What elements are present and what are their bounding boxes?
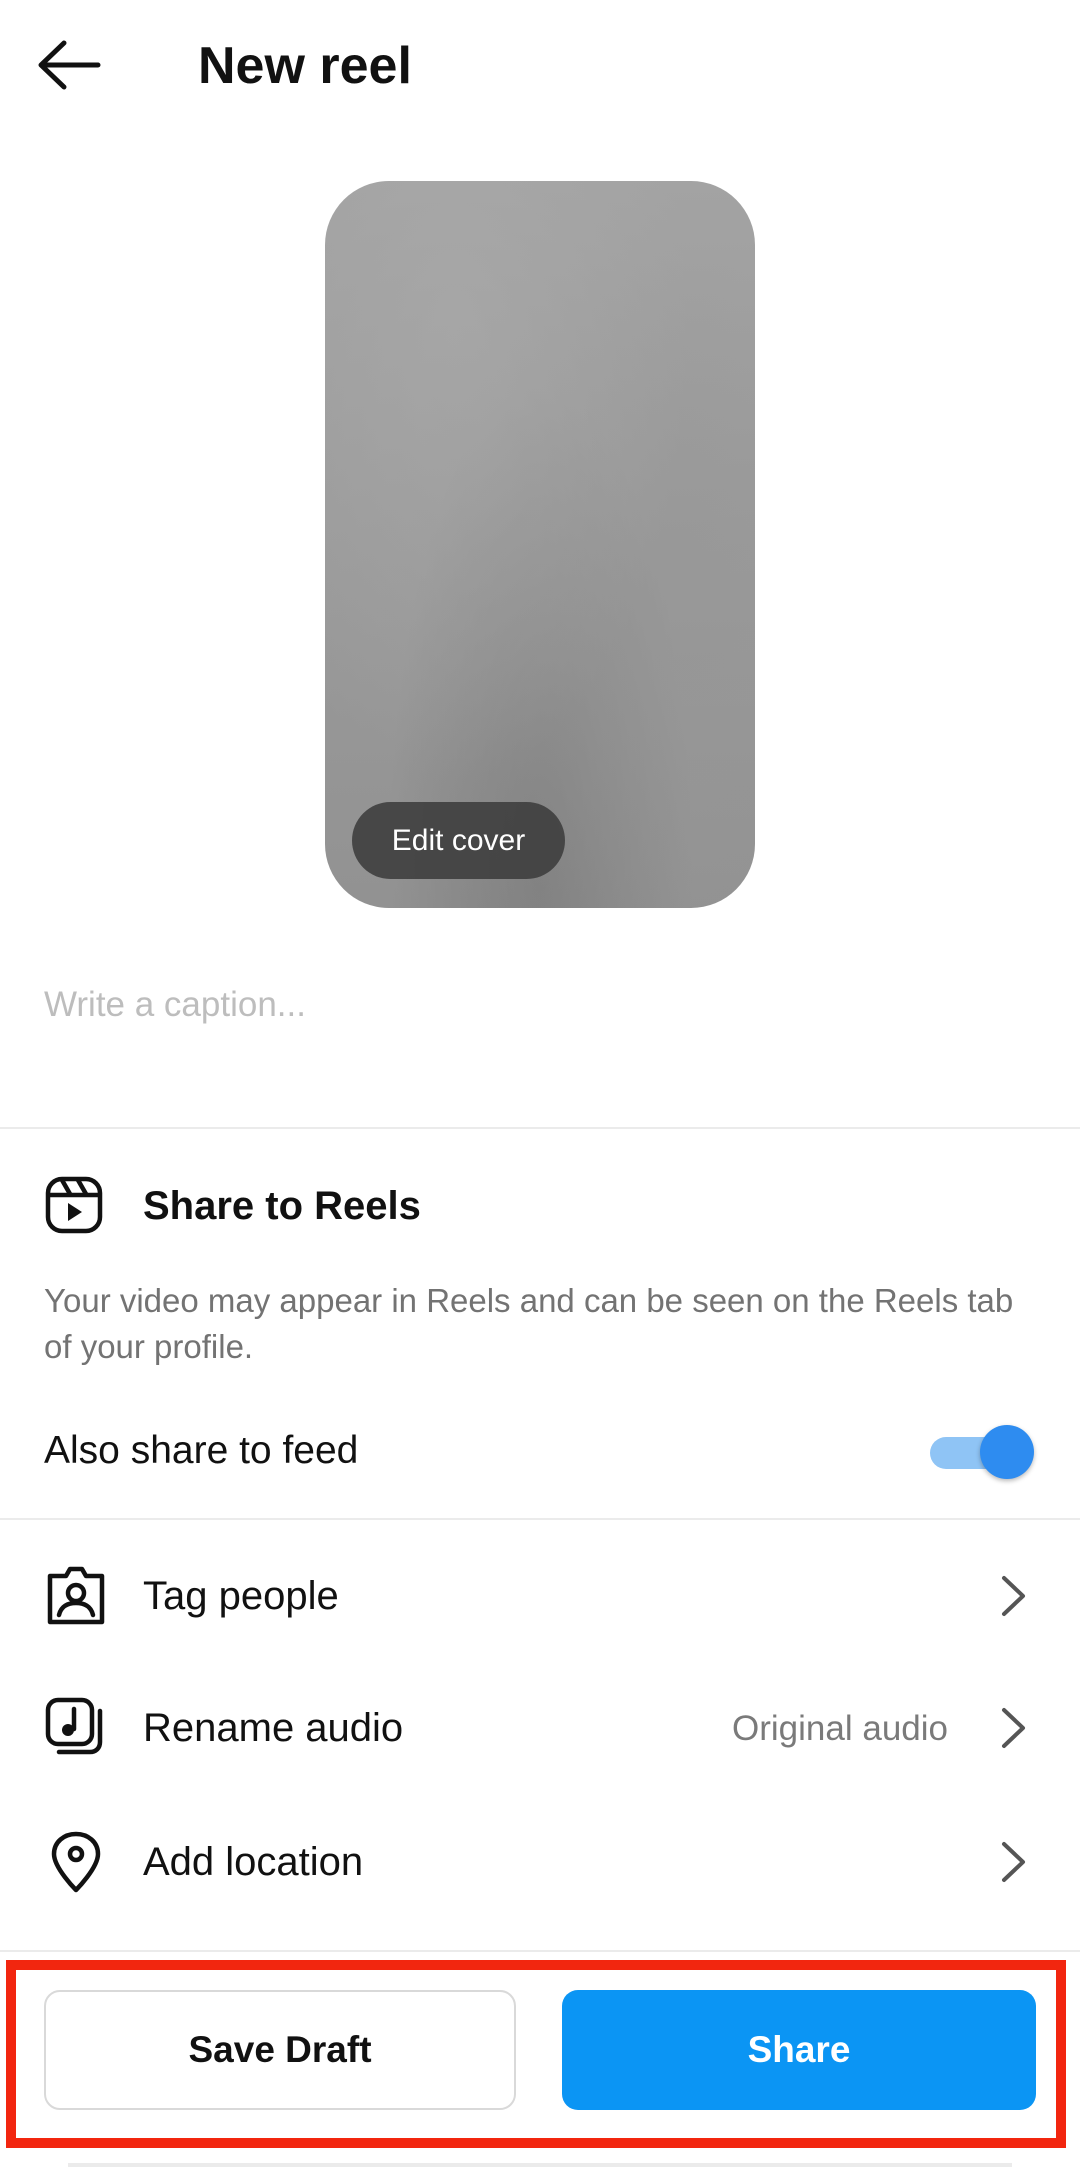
chevron-right-icon [1002,1576,1025,1616]
share-to-reels-title: Share to Reels [143,1184,421,1228]
divider [0,1950,1080,1952]
chevron-right-icon [1002,1842,1025,1882]
bottom-divider [68,2163,1012,2167]
share-to-reels-description: Your video may appear in Reels and can b… [44,1282,1014,1365]
rename-audio-value: Original audio [732,1709,948,1748]
toggle-knob [980,1425,1034,1479]
rename-audio-label: Rename audio [143,1706,404,1750]
tag-people-row[interactable]: Tag people [0,1530,1080,1662]
audio-icon [45,1697,103,1755]
also-share-to-feed-label: Also share to feed [44,1429,359,1472]
add-location-label: Add location [143,1840,364,1884]
page-title: New reel [198,37,412,95]
reels-icon [45,1176,103,1234]
edit-cover-button[interactable]: Edit cover [352,802,565,879]
arrow-left-icon [38,40,101,90]
reel-cover-preview[interactable] [325,181,755,908]
share-button[interactable]: Share [562,1990,1036,2110]
divider [0,1518,1080,1520]
divider [0,1127,1080,1129]
chevron-right-icon [1002,1708,1025,1748]
location-pin-icon [51,1831,101,1893]
caption-input[interactable] [44,950,1034,1060]
tag-person-icon [47,1566,105,1625]
add-location-row[interactable]: Add location [0,1796,1080,1928]
back-button[interactable] [36,30,116,100]
save-draft-button[interactable]: Save Draft [44,1990,516,2110]
tag-people-label: Tag people [143,1574,339,1618]
also-share-to-feed-toggle[interactable] [930,1423,1034,1479]
rename-audio-row[interactable]: Rename audio Original audio [0,1662,1080,1794]
